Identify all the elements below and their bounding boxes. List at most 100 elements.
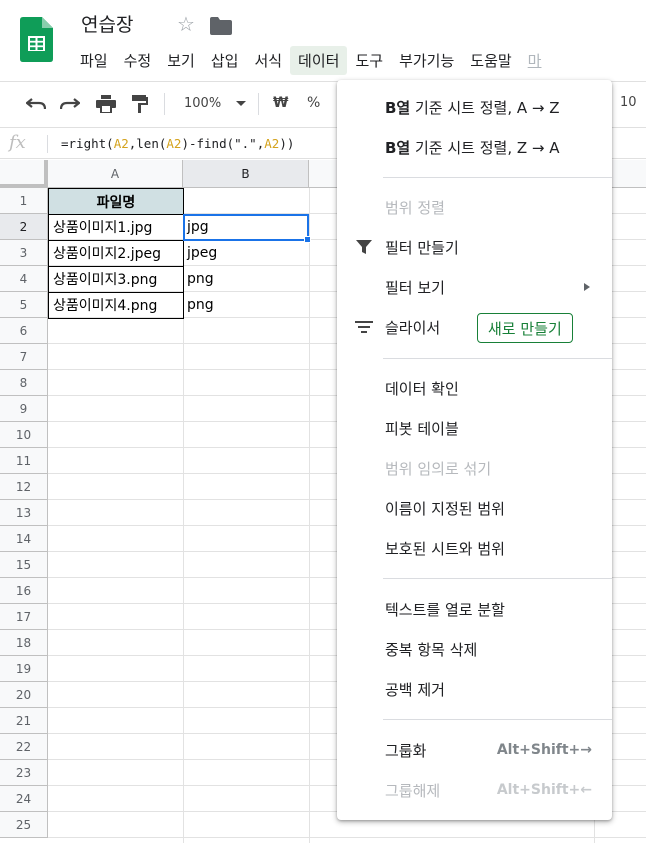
- row-header[interactable]: 2: [0, 214, 48, 240]
- row-header[interactable]: 11: [0, 448, 48, 474]
- formula-divider: [47, 135, 48, 153]
- ungroup: 그룹해제 Alt+Shift+←: [337, 772, 612, 808]
- sort-asc-label: 기준 시트 정렬, A → Z: [410, 98, 560, 117]
- column-header-b[interactable]: B: [183, 160, 309, 188]
- cell-b4[interactable]: png: [183, 266, 309, 292]
- currency-format-button[interactable]: ₩: [273, 95, 288, 111]
- menu-tools[interactable]: 도구: [347, 46, 391, 75]
- row-header[interactable]: 21: [0, 708, 48, 734]
- row-header[interactable]: 20: [0, 682, 48, 708]
- row-header[interactable]: 12: [0, 474, 48, 500]
- font-size-select[interactable]: 10: [620, 95, 637, 110]
- row-header[interactable]: 9: [0, 396, 48, 422]
- sort-column-label: B열: [385, 138, 411, 157]
- row-header[interactable]: 18: [0, 630, 48, 656]
- redo-icon[interactable]: [58, 92, 82, 116]
- row-header[interactable]: 1: [0, 188, 48, 214]
- pivot-table-label: 피봇 테이블: [385, 419, 459, 438]
- cell-a4[interactable]: 상품이미지3.png: [48, 266, 184, 293]
- document-title[interactable]: 연습장: [81, 10, 133, 37]
- create-filter[interactable]: 필터 만들기: [337, 229, 612, 265]
- slicer-icon: [354, 317, 374, 337]
- folder-icon[interactable]: [210, 17, 232, 35]
- menu-separator: [383, 578, 612, 579]
- formula-input[interactable]: =right(A2,len(A2)-find(".",A2)): [61, 136, 294, 151]
- cell-a3[interactable]: 상품이미지2.jpeg: [48, 240, 184, 267]
- row-header[interactable]: 7: [0, 344, 48, 370]
- trim-whitespace[interactable]: 공백 제거: [337, 671, 612, 707]
- filter-views[interactable]: 필터 보기: [337, 269, 612, 305]
- undo-icon[interactable]: [24, 92, 48, 116]
- paint-format-icon[interactable]: [128, 92, 152, 116]
- row-header[interactable]: 14: [0, 526, 48, 552]
- sheets-logo-icon[interactable]: [20, 17, 53, 62]
- menu-addons[interactable]: 부가기능: [391, 46, 462, 75]
- menu-last-edit-link[interactable]: 마: [520, 46, 550, 75]
- menu-format[interactable]: 서식: [246, 46, 290, 75]
- group[interactable]: 그룹화 Alt+Shift+→: [337, 732, 612, 768]
- row-header[interactable]: 8: [0, 370, 48, 396]
- remove-duplicates[interactable]: 중복 항목 삭제: [337, 631, 612, 667]
- row-header[interactable]: 24: [0, 786, 48, 812]
- zoom-select[interactable]: 100%: [184, 96, 221, 111]
- filter-views-label: 필터 보기: [385, 278, 445, 297]
- row-header[interactable]: 22: [0, 734, 48, 760]
- row-header[interactable]: 6: [0, 318, 48, 344]
- chevron-down-icon[interactable]: [236, 101, 246, 106]
- split-text-to-columns[interactable]: 텍스트를 열로 분할: [337, 591, 612, 627]
- menu-help[interactable]: 도움말: [462, 46, 519, 75]
- percent-format-button[interactable]: %: [307, 95, 320, 111]
- row-header[interactable]: 15: [0, 552, 48, 578]
- sort-sheet-a-z[interactable]: B열 기준 시트 정렬, A → Z: [337, 89, 612, 125]
- menu-separator: [383, 177, 612, 178]
- sort-sheet-z-a[interactable]: B열 기준 시트 정렬, Z → A: [337, 129, 612, 165]
- trim-whitespace-label: 공백 제거: [385, 680, 445, 699]
- menu-file[interactable]: 파일: [72, 46, 116, 75]
- remove-duplicates-label: 중복 항목 삭제: [385, 640, 478, 659]
- sort-desc-label: 기준 시트 정렬, Z → A: [410, 138, 560, 157]
- row-header[interactable]: 5: [0, 292, 48, 318]
- sort-range: 범위 정렬: [337, 189, 612, 225]
- row-header[interactable]: 16: [0, 578, 48, 604]
- row-header[interactable]: 10: [0, 422, 48, 448]
- row-header[interactable]: 4: [0, 266, 48, 292]
- row-header[interactable]: 19: [0, 656, 48, 682]
- column-header-a[interactable]: A: [48, 160, 183, 188]
- data-validation-label: 데이터 확인: [385, 379, 459, 398]
- submenu-arrow-icon: [584, 283, 590, 291]
- menu-edit[interactable]: 수정: [116, 46, 160, 75]
- cell-b5[interactable]: png: [183, 292, 309, 318]
- row-header[interactable]: 3: [0, 240, 48, 266]
- row-header[interactable]: 23: [0, 760, 48, 786]
- active-cell-selection[interactable]: [183, 214, 309, 241]
- cell-a1[interactable]: 파일명: [48, 188, 184, 215]
- cell-b3[interactable]: jpeg: [183, 240, 309, 266]
- data-validation[interactable]: 데이터 확인: [337, 370, 612, 406]
- print-icon[interactable]: [94, 92, 118, 116]
- named-ranges[interactable]: 이름이 지정된 범위: [337, 490, 612, 526]
- new-slicer-button[interactable]: 새로 만들기: [477, 313, 573, 343]
- toolbar-divider: [258, 93, 259, 115]
- randomize-range: 범위 임의로 섞기: [337, 450, 612, 486]
- app-header: 연습장 ☆ 파일 수정 보기 삽입 서식 데이터 도구 부가기능 도움말 마: [0, 0, 646, 80]
- cell-a2[interactable]: 상품이미지1.jpg: [48, 214, 184, 241]
- row-header[interactable]: 25: [0, 812, 48, 838]
- protected-sheets-ranges[interactable]: 보호된 시트와 범위: [337, 530, 612, 566]
- star-icon[interactable]: ☆: [177, 14, 195, 34]
- fill-handle[interactable]: [304, 236, 311, 243]
- menu-insert[interactable]: 삽입: [203, 46, 247, 75]
- cell-a5[interactable]: 상품이미지4.png: [48, 292, 184, 319]
- sort-range-label: 범위 정렬: [385, 198, 445, 217]
- group-shortcut: Alt+Shift+→: [496, 742, 592, 758]
- named-ranges-label: 이름이 지정된 범위: [385, 499, 505, 518]
- pivot-table[interactable]: 피봇 테이블: [337, 410, 612, 446]
- menu-view[interactable]: 보기: [159, 46, 203, 75]
- select-all-corner[interactable]: [0, 160, 48, 188]
- menu-data[interactable]: 데이터: [290, 45, 348, 75]
- group-label: 그룹화: [385, 741, 427, 760]
- menu-separator: [383, 719, 612, 720]
- row-header[interactable]: 17: [0, 604, 48, 630]
- ungroup-label: 그룹해제: [385, 781, 441, 800]
- create-filter-label: 필터 만들기: [385, 238, 459, 257]
- row-header[interactable]: 13: [0, 500, 48, 526]
